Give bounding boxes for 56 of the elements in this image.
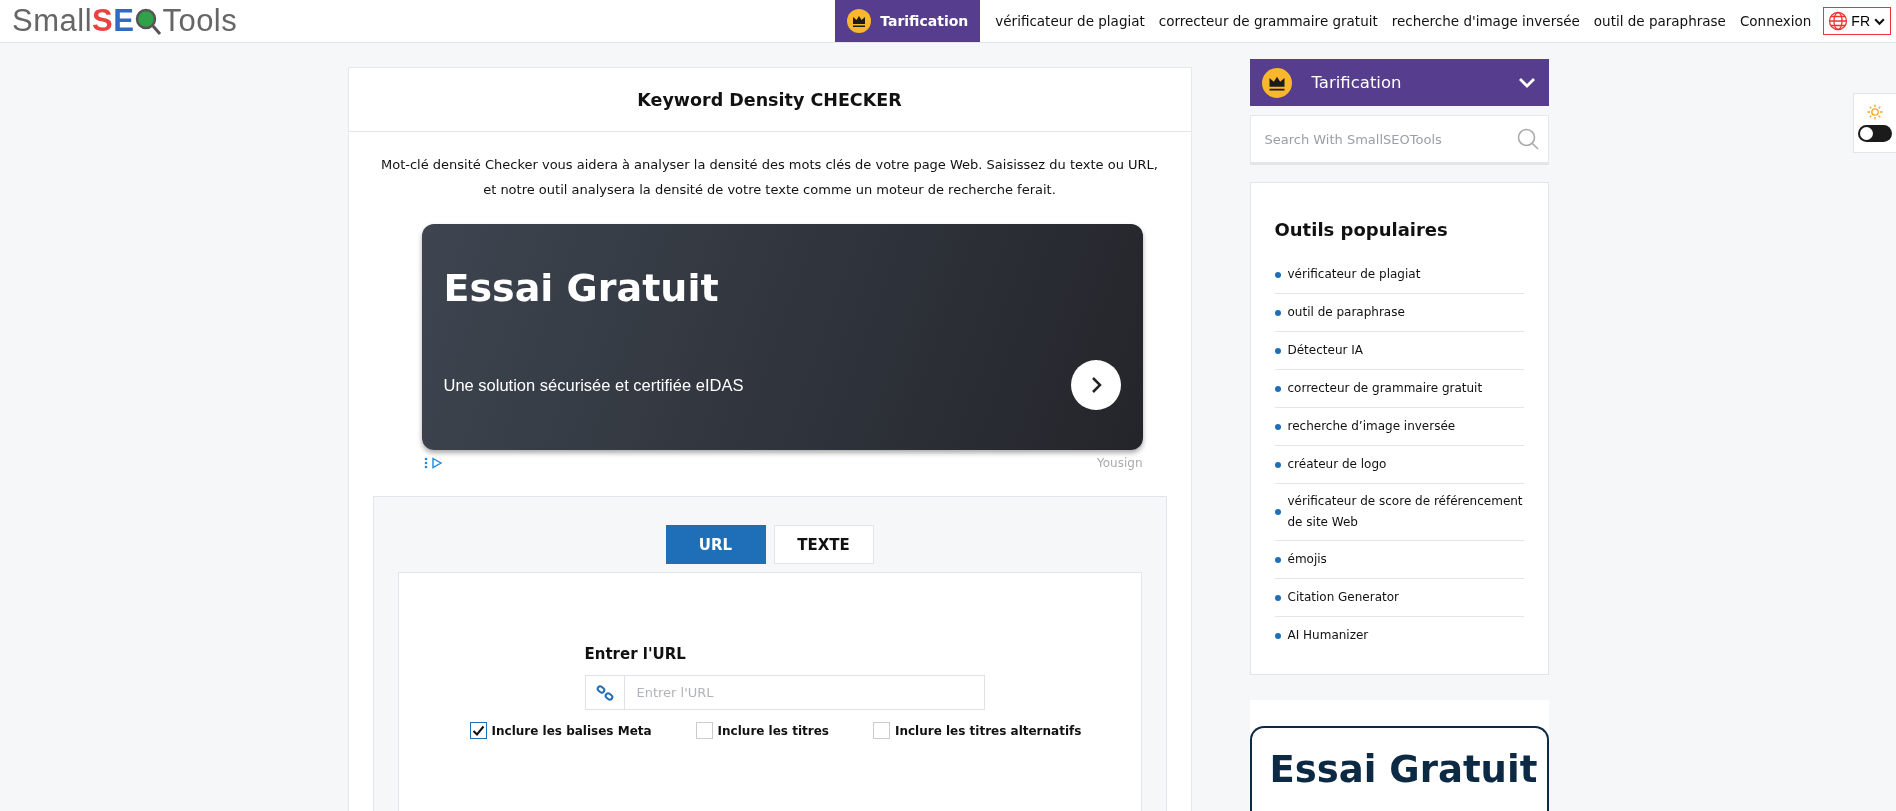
tool-link[interactable]: correcteur de grammaire gratuit <box>1287 378 1483 399</box>
globe-icon <box>1828 11 1849 31</box>
mode-tab[interactable]: URL <box>665 525 766 564</box>
tool-link[interactable]: AI Humanizer <box>1287 625 1369 646</box>
ad-advertiser: Yousign <box>1097 456 1143 470</box>
nav-link[interactable]: vérificateur de plagiat <box>988 13 1152 29</box>
sun-icon <box>1867 104 1883 120</box>
bullet-icon <box>1274 509 1281 515</box>
bullet-icon <box>1274 385 1281 392</box>
nav-link[interactable]: outil de paraphrase <box>1586 13 1733 29</box>
field-label: Entrer l'URL <box>584 645 687 663</box>
card-title: Outils populaires <box>1274 219 1449 240</box>
ad-arrow-button[interactable] <box>1070 360 1121 410</box>
url-field[interactable]: Entrer l'URL <box>624 675 985 710</box>
tool-link[interactable]: recherche d’image inversée <box>1287 416 1456 437</box>
search-field[interactable]: Search With SmallSEOTools <box>1249 115 1549 165</box>
ad-headline: Essai Gratuit <box>1269 747 1538 793</box>
bullet-icon <box>1274 271 1281 278</box>
bullet-icon <box>1274 461 1281 468</box>
tool-link[interactable]: Citation Generator <box>1287 587 1399 608</box>
tool-link[interactable]: vérificateur de score de référencement de site Web <box>1287 491 1524 533</box>
tool-link[interactable]: vérificateur de plagiat <box>1287 264 1421 285</box>
ad-banner[interactable]: Essai Gratuit <box>1249 726 1549 811</box>
bullet-icon <box>1274 556 1281 563</box>
checkbox[interactable] <box>469 722 487 739</box>
ad-text: Une solution sécurisée et certifiée eIDAS <box>443 375 744 395</box>
tool-link[interactable]: outil de paraphrase <box>1287 302 1405 323</box>
bullet-icon <box>1274 309 1281 316</box>
bullet-icon <box>1274 423 1281 430</box>
link-icon <box>584 675 625 710</box>
checkbox-label: Inclure les titres alternatifs <box>895 723 1082 738</box>
logo[interactable]: SmallSE Tools <box>12 3 238 39</box>
tool-link[interactable]: Détecteur IA <box>1287 340 1363 361</box>
ad-choices-icon[interactable] <box>423 457 444 469</box>
ad-banner[interactable]: Essai Gratuit Une solution sécurisée et certifiée eIDAS <box>421 224 1143 450</box>
nav-link[interactable]: recherche d'image inversée <box>1384 13 1587 29</box>
nav-link[interactable]: Connexion <box>1732 13 1819 29</box>
ad-headline: Essai Gratuit <box>443 266 720 310</box>
pricing-dropdown[interactable]: Tarification <box>1249 59 1549 106</box>
checkbox-label: Inclure les titres <box>717 723 829 738</box>
crown-icon <box>1261 67 1292 98</box>
pricing-button[interactable]: Tarification <box>835 0 981 42</box>
bullet-icon <box>1274 594 1281 601</box>
page-title: Keyword Density CHECKER <box>348 68 1191 132</box>
tool-link[interactable]: émojis <box>1287 549 1327 570</box>
nav-link[interactable]: correcteur de grammaire gratuit <box>1151 13 1385 29</box>
bullet-icon <box>1274 632 1281 639</box>
tool-link[interactable]: créateur de logo <box>1287 454 1387 475</box>
bullet-icon <box>1274 347 1281 354</box>
language-selector[interactable]: FR <box>1823 7 1891 35</box>
mode-tab[interactable]: TEXTE <box>773 525 874 564</box>
crown-icon <box>847 9 872 33</box>
theme-toggle[interactable] <box>1858 125 1892 142</box>
checkbox-label: Inclure les balises Meta <box>491 723 652 738</box>
search-icon[interactable] <box>1516 128 1539 150</box>
intro-text: Mot-clé densité Checker vous aidera à analyser la densité des mots clés de votre page Web. Saisissez du texte ou URL, et notre outil analysera la densité de votre texte comme un moteur de recherche ferait. <box>380 156 1159 199</box>
